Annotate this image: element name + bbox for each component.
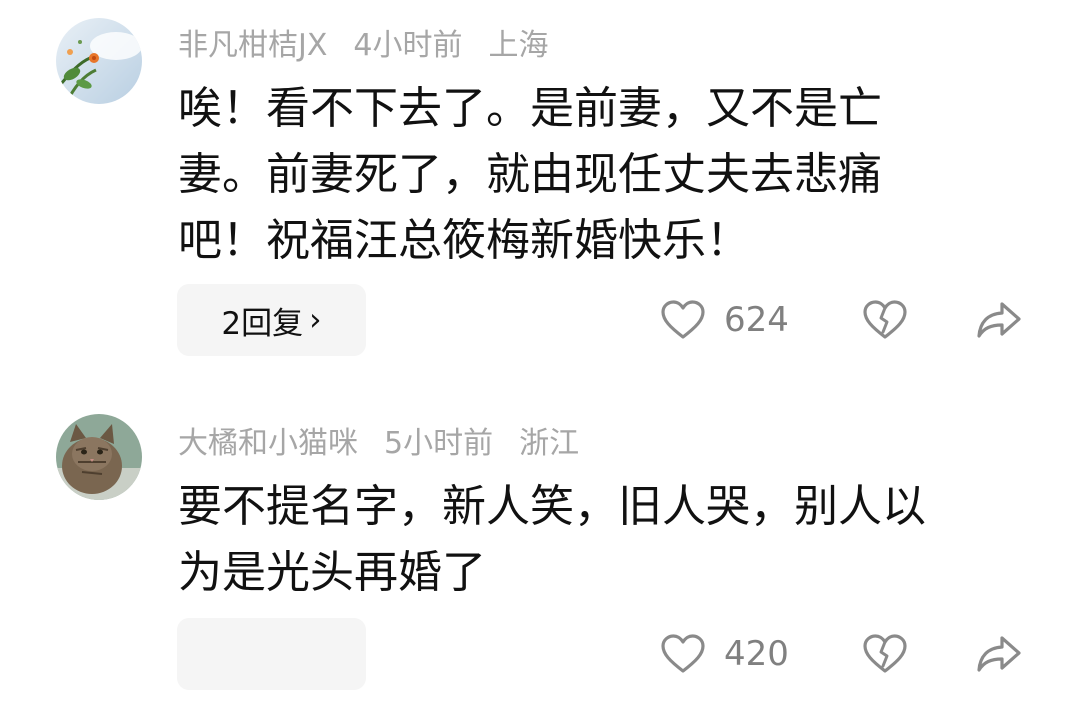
dislike-button[interactable] [862,618,908,690]
comment-actions: 420 [0,618,1080,690]
heart-outline-icon [661,634,705,673]
broken-heart-icon [863,634,907,673]
comment-time: 5小时前 [384,426,494,461]
avatar-cat-image [56,414,142,500]
comment-item: 大橘和小猫咪 5小时前 浙江 要不提名字，新人笑，旧人哭，别人以为是光头再婚了 … [0,0,1080,708]
share-arrow-icon [977,636,1021,672]
avatar[interactable] [56,414,142,500]
share-button[interactable] [975,618,1023,690]
comment-location: 浙江 [519,426,580,461]
comment-text: 要不提名字，新人笑，旧人哭，别人以为是光头再婚了 [178,481,926,598]
like-button[interactable]: 420 [660,618,789,690]
like-count: 420 [724,634,789,674]
author-name[interactable]: 大橘和小猫咪 [178,418,358,462]
comment-meta: 大橘和小猫咪 5小时前 浙江 [178,418,605,462]
